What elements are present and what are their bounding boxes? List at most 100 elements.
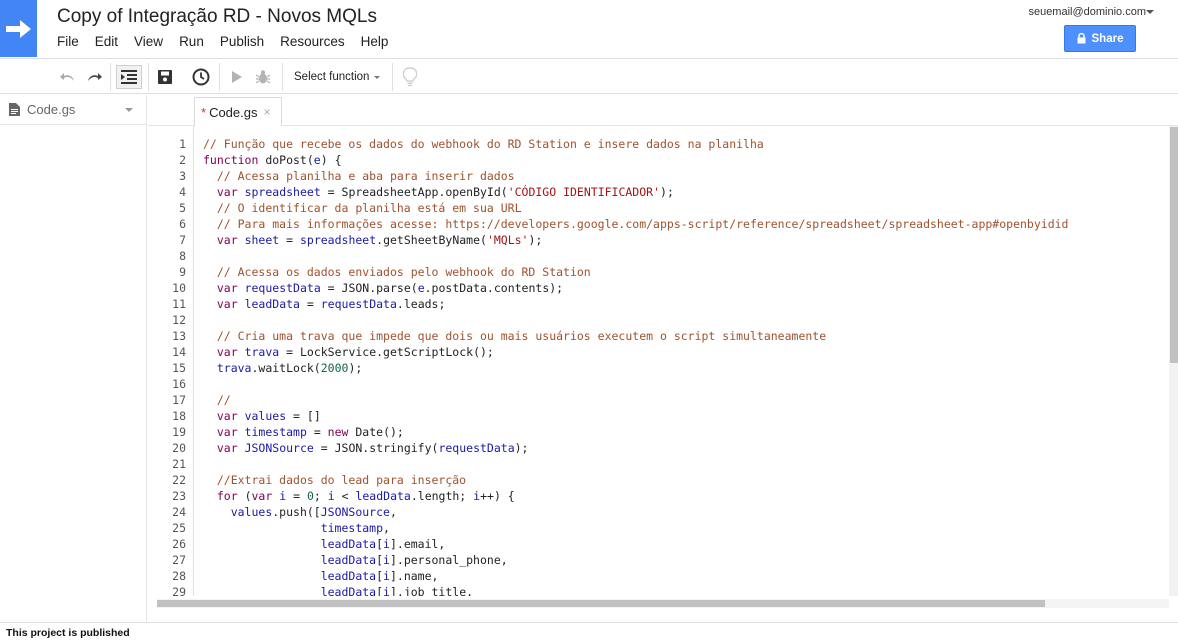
undo-button[interactable] — [58, 65, 78, 89]
code-line[interactable]: // Acessa os dados enviados pelo webhook… — [203, 264, 591, 280]
share-button[interactable]: Share — [1064, 25, 1136, 52]
file-item-label: Code.gs — [27, 102, 76, 117]
line-number: 2 — [179, 153, 186, 167]
code-line[interactable]: var leadData = requestData.leads; — [203, 296, 446, 312]
menu-publish[interactable]: Publish — [220, 34, 264, 49]
line-number: 25 — [172, 521, 186, 535]
undo-icon — [60, 73, 74, 81]
line-number: 23 — [172, 489, 186, 503]
clock-icon — [192, 68, 210, 86]
chevron-down-icon[interactable] — [374, 76, 380, 79]
code-line[interactable]: // Função que recebe os dados do webhook… — [203, 136, 764, 152]
code-line[interactable]: var sheet = spreadsheet.getSheetByName('… — [203, 232, 542, 248]
menu-resources[interactable]: Resources — [280, 34, 345, 49]
execution-hints-button[interactable] — [400, 65, 420, 89]
code-line[interactable]: // Para mais informações acesse: https:/… — [203, 216, 1069, 232]
line-number: 24 — [172, 505, 186, 519]
document-icon — [9, 103, 20, 116]
code-line[interactable]: leadData[i].name, — [203, 568, 439, 584]
code-line[interactable]: // Acessa planilha e aba para inserir da… — [203, 168, 515, 184]
line-number: 16 — [172, 377, 186, 391]
line-number: 28 — [172, 569, 186, 583]
code-line[interactable]: timestamp, — [203, 520, 390, 536]
line-number: 4 — [179, 185, 186, 199]
line-number: 26 — [172, 537, 186, 551]
code-line[interactable]: trava.waitLock(2000); — [203, 360, 362, 376]
file-list-panel: Code.gs — [0, 95, 147, 622]
vertical-scrollbar-thumb[interactable] — [1170, 127, 1178, 363]
menu-bar: File Edit View Run Publish Resources Hel… — [57, 34, 404, 49]
horizontal-scrollbar-thumb[interactable] — [157, 600, 1045, 607]
toolbar: Select function — [0, 58, 1178, 94]
line-number: 19 — [172, 425, 186, 439]
indent-icon — [121, 70, 137, 84]
close-icon[interactable]: × — [263, 105, 270, 119]
code-line[interactable]: // O identificar da planilha está em sua… — [203, 200, 522, 216]
line-number: 11 — [172, 297, 186, 311]
code-line[interactable]: var requestData = JSON.parse(e.postData.… — [203, 280, 563, 296]
toolbar-divider — [110, 63, 111, 91]
code-editor[interactable]: 1 2 3 4 5 6 7 8 9 10 11 12 13 14 15 16 17 18 19 20 21 22 23 24 2… — [157, 126, 1169, 596]
toolbar-divider — [282, 63, 283, 91]
bug-icon — [255, 70, 271, 84]
indent-button[interactable] — [116, 65, 142, 89]
code-line[interactable]: var values = [] — [203, 408, 321, 424]
lightbulb-icon — [403, 67, 417, 87]
line-number: 1 — [179, 137, 186, 151]
tab-label: Code.gs — [209, 104, 258, 120]
file-item-code-gs[interactable]: Code.gs — [0, 95, 147, 125]
status-bar: This project is published — [0, 622, 1178, 642]
editor-tab-bar: * Code.gs × — [148, 95, 1178, 127]
code-line[interactable]: for (var i = 0; i < leadData.length; i++… — [203, 488, 515, 504]
chevron-down-icon[interactable] — [125, 108, 133, 112]
account-caret-icon[interactable] — [1146, 10, 1154, 14]
line-number: 5 — [179, 201, 186, 215]
save-button[interactable] — [155, 65, 175, 89]
code-line[interactable]: var trava = LockService.getScriptLock(); — [203, 344, 494, 360]
code-line[interactable]: values.push([JSONSource, — [203, 504, 397, 520]
menu-run[interactable]: Run — [179, 34, 204, 49]
code-line[interactable]: var timestamp = new Date(); — [203, 424, 404, 440]
code-line[interactable]: leadData[i].job_title, — [203, 584, 473, 596]
line-number: 8 — [179, 249, 186, 263]
unsaved-marker: * — [201, 104, 207, 120]
run-button[interactable] — [228, 65, 246, 89]
menu-edit[interactable]: Edit — [95, 34, 118, 49]
debug-button[interactable] — [253, 65, 273, 89]
redo-button[interactable] — [84, 65, 104, 89]
project-title[interactable]: Copy of Integração RD - Novos MQLs — [57, 6, 377, 28]
triggers-button[interactable] — [190, 65, 212, 89]
code-line[interactable]: leadData[i].email, — [203, 536, 446, 552]
menu-view[interactable]: View — [134, 34, 163, 49]
code-line[interactable]: var spreadsheet = SpreadsheetApp.openByI… — [203, 184, 674, 200]
account-email[interactable]: seuemail@dominio.com — [1028, 6, 1146, 18]
line-number: 29 — [172, 585, 186, 596]
line-number: 14 — [172, 345, 186, 359]
code-line[interactable]: function doPost(e) { — [203, 152, 342, 168]
code-line[interactable]: leadData[i].personal_phone, — [203, 552, 508, 568]
share-button-label: Share — [1091, 32, 1124, 45]
line-number: 9 — [179, 265, 186, 279]
lock-icon — [1077, 33, 1086, 44]
line-number-gutter: 1 2 3 4 5 6 7 8 9 10 11 12 13 14 15 16 17 18 19 20 21 22 23 24 2… — [157, 126, 194, 596]
tab-code-gs[interactable]: * Code.gs × — [194, 97, 282, 127]
arrow-right-icon — [5, 19, 31, 38]
menu-help[interactable]: Help — [361, 34, 389, 49]
select-function-dropdown[interactable]: Select function — [294, 71, 369, 83]
code-line[interactable]: var JSONSource = JSON.stringify(requestD… — [203, 440, 529, 456]
play-icon — [232, 71, 242, 83]
menu-file[interactable]: File — [57, 34, 79, 49]
line-number: 7 — [179, 233, 186, 247]
code-line[interactable]: // Cria uma trava que impede que dois ou… — [203, 328, 826, 344]
line-number: 15 — [172, 361, 186, 375]
redo-icon — [88, 73, 102, 81]
code-line[interactable]: //Extrai dados do lead para inserção — [203, 472, 466, 488]
toolbar-divider — [392, 63, 393, 91]
code-line[interactable]: // — [203, 392, 231, 408]
line-number: 18 — [172, 409, 186, 423]
line-number: 20 — [172, 441, 186, 455]
apps-script-logo[interactable] — [0, 0, 37, 57]
line-number: 6 — [179, 217, 186, 231]
line-number: 22 — [172, 473, 186, 487]
line-number: 17 — [172, 393, 186, 407]
